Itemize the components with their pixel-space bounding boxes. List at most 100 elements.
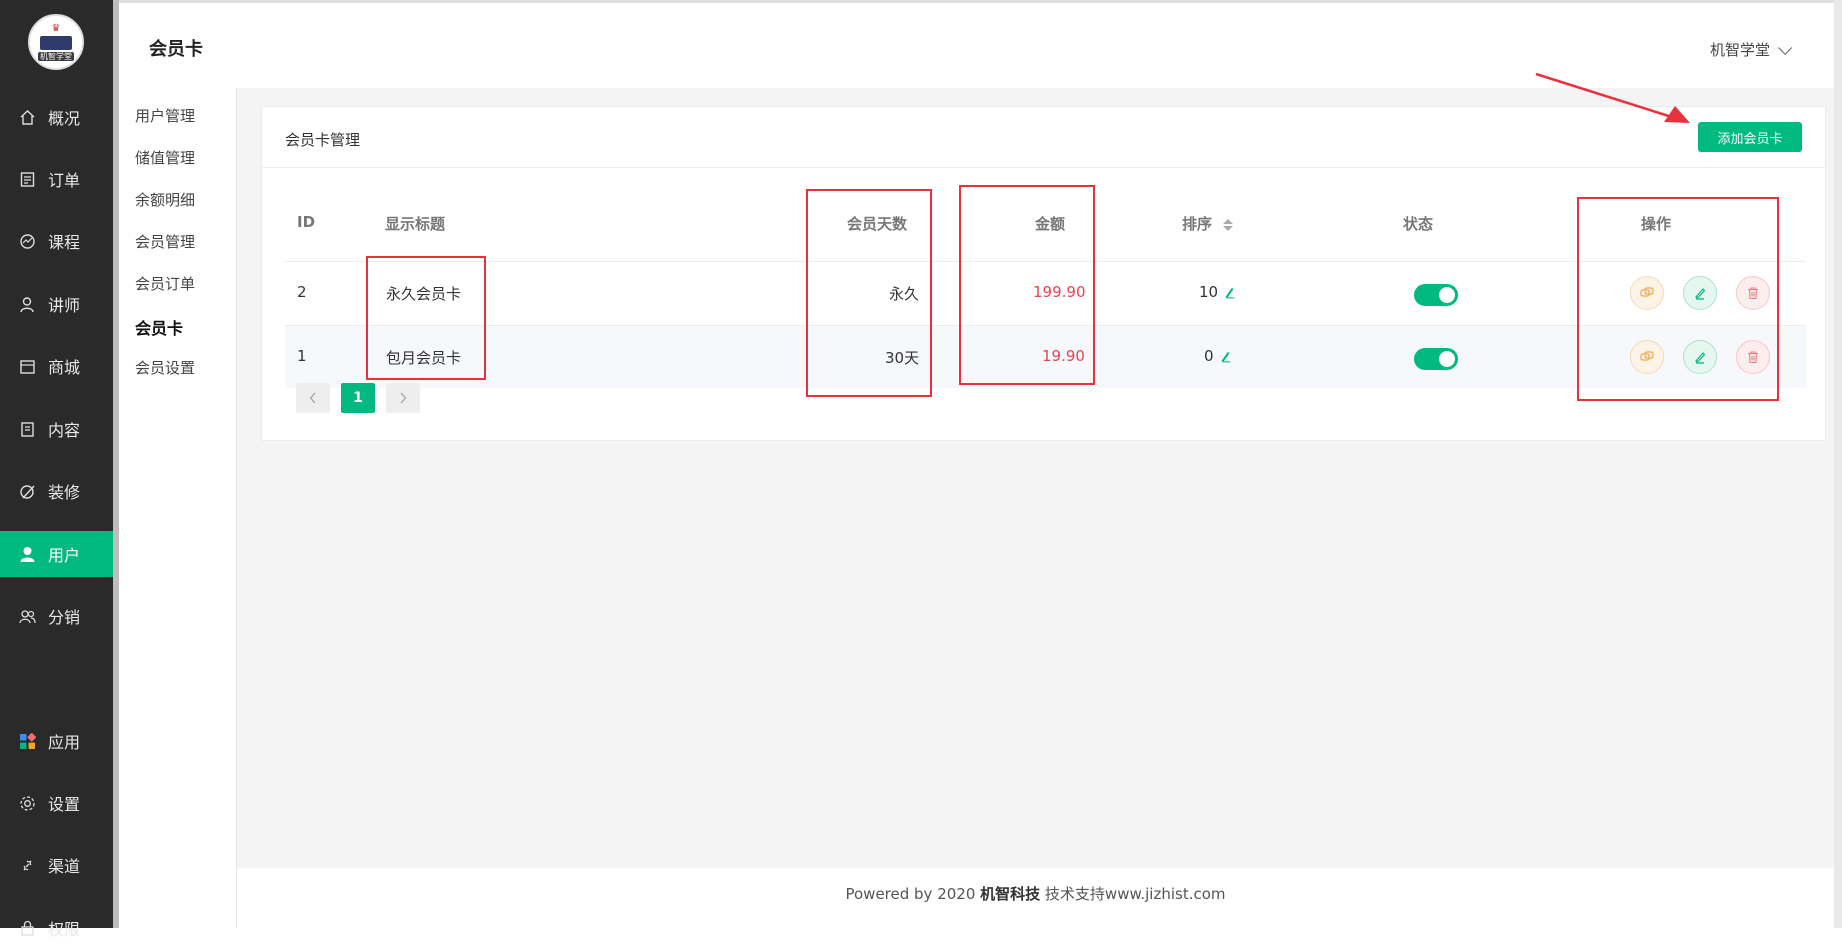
cell-sort: 10 xyxy=(1199,283,1235,301)
course-icon xyxy=(18,232,36,250)
sidebar-item-channel[interactable]: 渠道 xyxy=(0,842,113,888)
copy-button[interactable] xyxy=(1630,340,1664,374)
edit-button[interactable] xyxy=(1683,340,1717,374)
sidebar-item-decorate[interactable]: 装修 xyxy=(0,468,113,514)
content-icon xyxy=(18,420,36,438)
apps-icon xyxy=(18,732,36,750)
submenu-item-member-orders[interactable]: 会员订单 xyxy=(135,273,195,294)
brand-logo[interactable]: ♛ 机智学堂 xyxy=(28,14,84,70)
cell-amount: 199.90 xyxy=(1033,283,1086,301)
status-toggle[interactable] xyxy=(1414,348,1458,370)
panel-title: 会员卡管理 xyxy=(285,131,361,149)
submenu-item-member-settings[interactable]: 会员设置 xyxy=(135,357,195,378)
sidebar-item-teachers[interactable]: 讲师 xyxy=(0,281,113,327)
cell-days: 30天 xyxy=(885,349,920,367)
sidebar-item-label: 内容 xyxy=(48,421,81,440)
user-menu[interactable]: 机智学堂 xyxy=(1709,39,1793,60)
page-title: 会员卡 xyxy=(149,39,203,60)
sidebar-item-label: 用户 xyxy=(48,546,81,565)
pencil-icon xyxy=(1695,352,1706,364)
footer-text: Powered by 2020 机智科技 技术支持www.jizhist.com xyxy=(237,883,1834,904)
member-card-panel: 会员卡管理 添加会员卡 ID 显示标题 会员天数 金额 排序 状态 操作 2 永… xyxy=(261,106,1826,441)
sidebar-item-content[interactable]: 内容 xyxy=(0,406,113,452)
column-header-title: 显示标题 xyxy=(385,215,446,233)
user-name: 机智学堂 xyxy=(1709,41,1770,59)
submenu-item-balance-detail[interactable]: 余额明细 xyxy=(135,189,195,210)
teacher-icon xyxy=(18,295,36,313)
sort-value: 0 xyxy=(1204,347,1214,365)
sidebar-item-overview[interactable]: 概况 xyxy=(0,94,113,140)
order-icon xyxy=(18,170,36,188)
add-member-card-button[interactable]: 添加会员卡 xyxy=(1698,122,1802,152)
sidebar-item-apps[interactable]: 应用 xyxy=(0,718,113,764)
column-header-days: 会员天数 xyxy=(847,215,908,233)
trash-icon xyxy=(1748,287,1758,300)
sidebar-item-label: 权限 xyxy=(48,920,81,939)
delete-button[interactable] xyxy=(1736,276,1770,310)
sidebar-item-orders[interactable]: 订单 xyxy=(0,156,113,202)
home-icon xyxy=(18,108,36,126)
status-toggle[interactable] xyxy=(1414,284,1458,306)
footer-suffix: 技术支持www.jizhist.com xyxy=(1040,885,1226,903)
sidebar-item-distribution[interactable]: 分销 xyxy=(0,593,113,639)
cell-title: 永久会员卡 xyxy=(386,285,462,303)
sort-icon[interactable] xyxy=(1223,218,1234,231)
column-header-sort[interactable]: 排序 xyxy=(1182,213,1234,234)
edit-button[interactable] xyxy=(1683,276,1717,310)
copy-button[interactable] xyxy=(1630,276,1664,310)
sidebar-item-label: 订单 xyxy=(48,171,81,190)
main-sidebar: ♛ 机智学堂 概况 订单 课程 讲师 商城 内容 装修 用户 分销 应用 设置 … xyxy=(0,0,113,939)
secondary-menu: 用户管理 储值管理 余额明细 会员管理 会员订单 会员卡 会员设置 xyxy=(119,88,237,928)
cell-title: 包月会员卡 xyxy=(386,349,462,367)
footer-prefix: Powered by 2020 xyxy=(845,885,981,903)
footer: Powered by 2020 机智科技 技术支持www.jizhist.com xyxy=(237,868,1834,928)
cell-id: 2 xyxy=(297,283,307,301)
edit-pen-icon[interactable] xyxy=(1221,351,1230,362)
sidebar-item-label: 设置 xyxy=(48,795,81,814)
trash-icon xyxy=(1748,351,1758,364)
sidebar-item-settings[interactable]: 设置 xyxy=(0,780,113,826)
annotation-arrow xyxy=(1535,72,1690,123)
submenu-item-member-management[interactable]: 会员管理 xyxy=(135,231,195,252)
cell-id: 1 xyxy=(297,347,307,365)
submenu-item-member-card[interactable]: 会员卡 xyxy=(135,315,183,339)
logo-text: 机智学堂 xyxy=(38,51,74,61)
copy-icon xyxy=(1640,351,1654,361)
channel-icon xyxy=(18,856,36,874)
gear-icon xyxy=(18,794,36,812)
sidebar-item-label: 课程 xyxy=(48,233,81,252)
cell-sort: 0 xyxy=(1204,347,1231,365)
cell-days: 永久 xyxy=(889,285,920,303)
scrollbar-track[interactable] xyxy=(1834,0,1842,928)
prev-page-button[interactable] xyxy=(296,383,330,413)
page-number-button[interactable]: 1 xyxy=(341,383,375,413)
copy-icon xyxy=(1640,287,1654,297)
sidebar-item-permission[interactable]: 权限 xyxy=(0,905,113,951)
submenu-item-user-management[interactable]: 用户管理 xyxy=(135,105,195,126)
store-icon xyxy=(18,357,36,375)
column-header-actions: 操作 xyxy=(1641,215,1672,233)
header-divider xyxy=(285,261,1806,262)
sidebar-item-store[interactable]: 商城 xyxy=(0,343,113,389)
sidebar-item-label: 讲师 xyxy=(48,296,81,315)
permission-icon xyxy=(18,919,36,937)
edit-pen-icon[interactable] xyxy=(1225,287,1234,298)
sidebar-item-users[interactable]: 用户 xyxy=(0,531,113,577)
column-header-id: ID xyxy=(297,213,316,231)
delete-button[interactable] xyxy=(1736,340,1770,374)
chevron-left-icon xyxy=(309,392,316,404)
column-header-sort-label: 排序 xyxy=(1182,215,1213,233)
sidebar-item-label: 应用 xyxy=(48,733,81,752)
user-icon xyxy=(18,545,36,563)
decorate-icon xyxy=(18,482,36,500)
distribution-icon xyxy=(18,607,36,625)
book-icon xyxy=(40,35,72,50)
sidebar-item-courses[interactable]: 课程 xyxy=(0,218,113,264)
column-header-status: 状态 xyxy=(1403,215,1434,233)
footer-company: 机智科技 xyxy=(980,885,1041,903)
crown-icon: ♛ xyxy=(51,22,61,34)
cell-amount: 19.90 xyxy=(1042,347,1085,365)
next-page-button[interactable] xyxy=(386,383,420,413)
chevron-down-icon xyxy=(1778,40,1793,55)
submenu-item-stored-value[interactable]: 储值管理 xyxy=(135,147,195,168)
